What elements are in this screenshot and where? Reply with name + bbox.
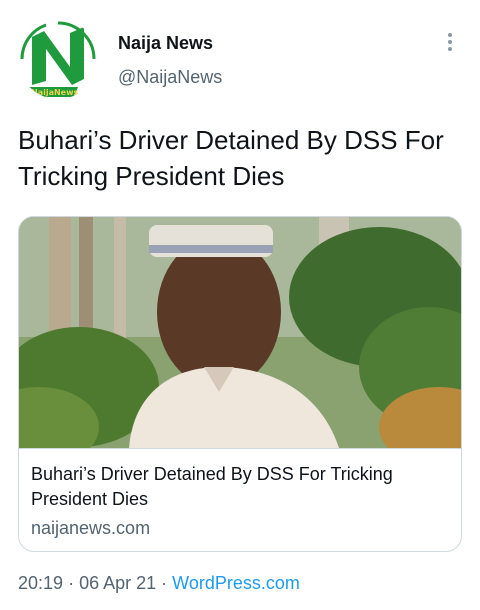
article-photo[interactable] — [19, 217, 461, 448]
account-handle[interactable]: @NaijaNews — [118, 67, 222, 88]
naija-news-logo-icon: NaijaNews — [19, 20, 97, 98]
meta-separator: · — [161, 573, 168, 593]
tweet-text: Buhari’s Driver Detained By DSS For Tric… — [18, 125, 444, 191]
logo-text: NaijaNews — [31, 88, 78, 97]
account-name[interactable]: Naija News — [118, 33, 213, 54]
more-vertical-icon[interactable] — [440, 30, 460, 56]
card-body[interactable]: Buhari’s Driver Detained By DSS For Tric… — [19, 448, 461, 551]
meta-separator: · — [68, 573, 75, 593]
card-title[interactable]: Buhari’s Driver Detained By DSS For Tric… — [31, 462, 449, 512]
avatar[interactable]: NaijaNews — [18, 19, 98, 99]
card-domain[interactable]: naijanews.com — [31, 516, 449, 541]
tweet-header: NaijaNews Naija News @NaijaNews — [0, 0, 480, 105]
tweet-date[interactable]: 06 Apr 21 — [79, 573, 156, 593]
tweet-meta: 20:19 · 06 Apr 21 · WordPress.com — [18, 573, 300, 594]
tweet-source[interactable]: WordPress.com — [172, 573, 300, 593]
link-card[interactable]: Buhari’s Driver Detained By DSS For Tric… — [18, 216, 462, 552]
tweet-time[interactable]: 20:19 — [18, 573, 63, 593]
